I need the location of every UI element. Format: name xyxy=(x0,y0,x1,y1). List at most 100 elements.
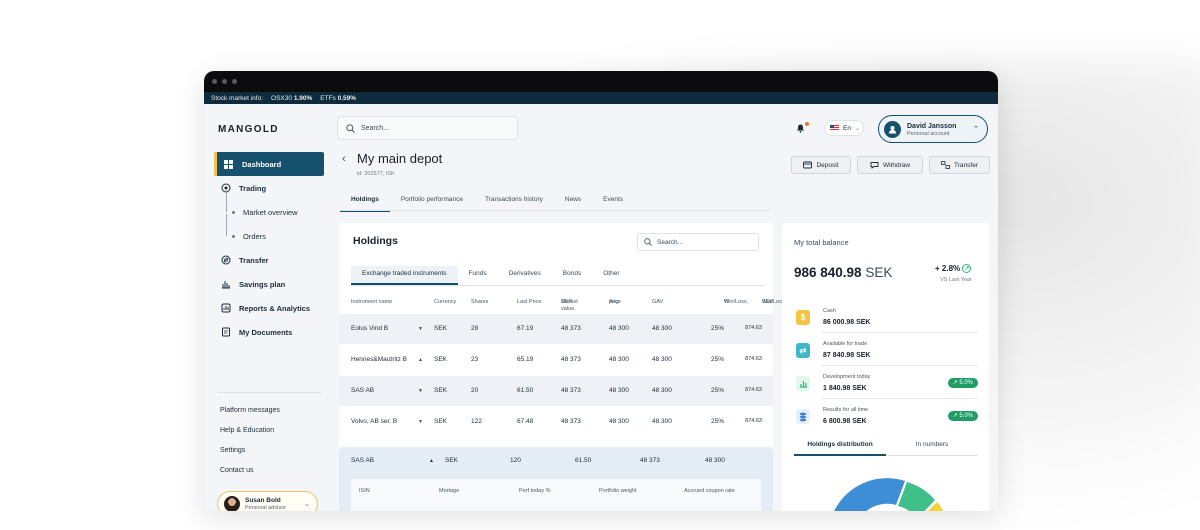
balance-change: + 2.8% ↗ xyxy=(935,264,972,274)
cell-name: SAS AB xyxy=(351,457,375,464)
deposit-button[interactable]: Deposit xyxy=(791,156,851,174)
window-titlebar xyxy=(204,71,998,92)
holdings-search-input[interactable]: Search... xyxy=(637,233,759,251)
subtab-other[interactable]: Other xyxy=(592,266,630,285)
language-select[interactable]: En ⌄ xyxy=(824,120,864,136)
col-winloss-pct[interactable]: Win/Loss,% xyxy=(694,295,748,305)
table-row[interactable]: Eolus Vind B ▼ SEK 28 67.19 48 373 48 30… xyxy=(339,314,773,344)
table-row[interactable]: Hennes&Mautritz B ▲ SEK 23 65.19 48 373 … xyxy=(339,345,773,375)
link-settings[interactable]: Settings xyxy=(220,447,280,467)
withdraw-button[interactable]: Withdraw xyxy=(857,156,923,174)
holdings-subtabs: Exchange traded instruments Funds Deriva… xyxy=(351,266,631,285)
detail-col-mortage: Mortage xyxy=(439,488,460,494)
subtab-exchange-traded[interactable]: Exchange traded instruments xyxy=(351,266,458,285)
col-gav[interactable]: GAV xyxy=(652,299,663,306)
col-instrument[interactable]: Instrument name xyxy=(351,299,392,306)
sidebar-item-label: Savings plan xyxy=(239,279,286,289)
transfer-button[interactable]: Transfer xyxy=(929,156,990,174)
expanded-row[interactable]: SAS AB ▲ SEK 120 61.50 48 373 48 300 ISI… xyxy=(339,447,773,511)
balance-item-value: 87 840.98 SEK xyxy=(823,352,871,359)
cell-market-value: 48 373 xyxy=(561,387,581,394)
cell-market-value: 48 373 xyxy=(561,356,581,363)
holdings-search-placeholder: Search... xyxy=(657,238,684,246)
col-currency[interactable]: Currency xyxy=(434,299,456,306)
back-arrow-icon[interactable]: ‹ xyxy=(342,153,346,165)
sidebar-item-orders[interactable]: Orders xyxy=(214,214,324,248)
tab-transactions-history[interactable]: Transactions history xyxy=(474,191,554,212)
table-row[interactable]: SAS AB ▼ SEK 20 61.50 48 373 48 300 48 3… xyxy=(339,376,773,406)
col-winloss-sek[interactable]: Win/Loss SEK xyxy=(732,295,785,305)
cell-last-price: 65.19 xyxy=(517,356,534,363)
sidebar-item-dashboard[interactable]: Dashboard xyxy=(214,152,324,176)
deposit-label: Deposit xyxy=(816,161,839,169)
sidebar-item-documents[interactable]: My Documents xyxy=(214,320,324,344)
sidebar-item-transfer[interactable]: Transfer xyxy=(214,248,324,272)
window-dot-close[interactable] xyxy=(212,79,217,84)
subtab-funds[interactable]: Funds xyxy=(458,266,498,285)
window-dot-minimize[interactable] xyxy=(222,79,227,84)
cell-currency: SEK xyxy=(434,387,448,394)
status-badge: ↗ 5.0% xyxy=(947,411,978,421)
cell-shares: 23 xyxy=(471,356,479,363)
subtab-derivatives[interactable]: Derivatives xyxy=(498,266,552,285)
sidebar-divider xyxy=(218,392,322,393)
link-platform-messages[interactable]: Platform messages xyxy=(220,407,280,427)
tab-in-numbers[interactable]: In numbers xyxy=(886,441,978,456)
balance-item-label: Development today xyxy=(823,374,871,380)
tab-events[interactable]: Events xyxy=(592,191,634,212)
bell-icon[interactable] xyxy=(796,123,805,136)
window-dot-maximize[interactable] xyxy=(232,79,237,84)
expanded-details: ISIN Mortage Perf today % Portfolio weig… xyxy=(351,479,761,511)
balance-panel: My total balance 986 840.98 SEK + 2.8% ↗… xyxy=(782,223,989,511)
divider xyxy=(821,365,978,366)
cell-winloss-pct: 25% xyxy=(710,387,724,394)
cell-winloss-pct: 25% xyxy=(710,325,724,332)
tab-holdings[interactable]: Holdings xyxy=(340,191,390,212)
cell-market-value: 48 373 xyxy=(561,418,581,425)
balance-item-label: Cash xyxy=(823,308,836,314)
arrow-up-icon[interactable]: ▲ xyxy=(429,458,434,464)
tab-holdings-distribution[interactable]: Holdings distribution xyxy=(794,441,886,456)
tab-portfolio-performance[interactable]: Portfolio performance xyxy=(390,191,474,212)
bar-chart-icon xyxy=(796,376,810,391)
cell-name: Volvo, AB ser. B xyxy=(351,418,398,425)
sidebar-item-label: Orders xyxy=(243,231,266,241)
subtab-bonds[interactable]: Bonds xyxy=(552,266,592,285)
link-help-education[interactable]: Help & Education xyxy=(220,427,280,447)
cell-last-price: 61.50 xyxy=(575,457,592,464)
cell-avg-price: 48 300 xyxy=(705,457,725,464)
divider xyxy=(821,332,978,333)
holdings-donut-chart xyxy=(834,478,944,511)
col-last-price[interactable]: Last Price xyxy=(517,299,541,306)
cell-gav: 48 300 xyxy=(652,387,672,394)
user-avatar-icon xyxy=(884,120,901,138)
cell-currency: SEK xyxy=(445,457,459,464)
tab-news[interactable]: News xyxy=(554,191,592,212)
balance-item-available: ⇄ Available for trade 87 840.98 SEK xyxy=(794,336,978,366)
sidebar-item-savings-plan[interactable]: Savings plan xyxy=(214,272,324,296)
detail-col-perf-today: Perf today % xyxy=(519,488,551,494)
cell-winloss-sek: 874.63 xyxy=(745,418,762,424)
sidebar-item-trading[interactable]: Trading xyxy=(214,176,324,200)
col-shares[interactable]: Shares xyxy=(471,299,488,306)
balance-item-value: 86 000.98 SEK xyxy=(823,319,871,326)
sidebar-item-market-overview[interactable]: Market overview xyxy=(214,190,324,224)
advisor-card[interactable]: Susan Bold Personal advisor ⌄ xyxy=(217,491,318,511)
search-placeholder: Search... xyxy=(361,124,390,132)
link-contact-us[interactable]: Contact us xyxy=(220,467,280,487)
sidebar-item-reports[interactable]: Reports & Analytics xyxy=(214,296,324,320)
reports-icon xyxy=(220,303,231,314)
cell-avg-price: 48 300 xyxy=(609,387,629,394)
balance-title: My total balance xyxy=(794,238,849,247)
cell-market-value: 48 373 xyxy=(561,325,581,332)
cell-last-price: 67.19 xyxy=(517,325,534,332)
brand-logo[interactable]: MANGOLD xyxy=(218,124,279,135)
cell-winloss-sek: 874.63 xyxy=(745,387,762,393)
search-input[interactable]: Search... xyxy=(337,116,518,140)
arrow-down-icon: ▼ xyxy=(418,388,423,394)
cell-avg-price: 48 300 xyxy=(609,356,629,363)
table-row[interactable]: Volvo, AB ser. B ▼ SEK 122 67.48 48 373 … xyxy=(339,407,773,437)
balance-value: 986 840.98 SEK xyxy=(794,265,893,280)
notification-dot xyxy=(805,122,809,126)
user-menu[interactable]: David Jansson Personal account ⌃ xyxy=(878,115,988,143)
